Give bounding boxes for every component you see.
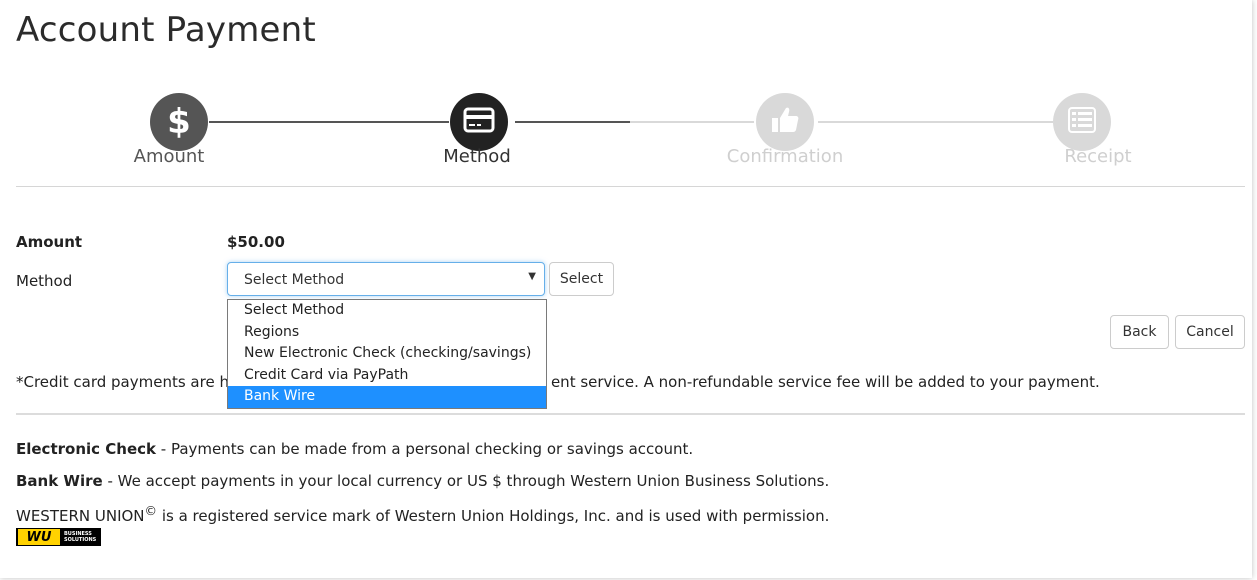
select-button[interactable]: Select [549, 262, 614, 296]
step-method-circle[interactable] [450, 93, 508, 151]
dollar-icon: $ [166, 100, 192, 144]
copyright-mark: © [144, 503, 158, 518]
method-label: Method [16, 272, 73, 290]
step-confirmation-circle [756, 93, 814, 151]
list-icon [1067, 106, 1097, 138]
western-union-logo: WU BUSINESS SOLUTIONS [16, 528, 101, 546]
method-option[interactable]: Credit Card via PayPath [228, 365, 546, 387]
cancel-button[interactable]: Cancel [1175, 315, 1245, 349]
method-option[interactable]: Regions [228, 322, 546, 344]
page-title: Account Payment [16, 10, 316, 50]
echeck-info: Electronic Check - Payments can be made … [16, 440, 693, 458]
method-option[interactable]: New Electronic Check (checking/savings) [228, 343, 546, 365]
credit-card-icon [463, 107, 495, 137]
stepper-connector [818, 121, 1053, 123]
credit-card-note-start: *Credit card payments are h [16, 373, 229, 391]
amount-label: Amount [16, 233, 83, 251]
echeck-text: - Payments can be made from a personal c… [156, 440, 694, 458]
divider [16, 413, 1245, 415]
step-confirmation-label: Confirmation [726, 146, 844, 167]
stepper-connector [630, 121, 754, 123]
wire-title: Bank Wire [16, 472, 103, 490]
stepper-connector [209, 121, 449, 123]
method-select-value: Select Method [244, 272, 345, 288]
divider [16, 186, 1245, 187]
step-receipt-circle [1053, 93, 1111, 151]
page-frame: Account Payment $ Amount Method Confirma… [0, 0, 1252, 578]
western-union-notice: WESTERN UNION© is a registered service m… [16, 503, 829, 525]
wire-info: Bank Wire - We accept payments in your l… [16, 472, 829, 490]
credit-card-note-end: ent service. A non-refundable service fe… [550, 373, 1100, 391]
wu-name: WESTERN UNION [16, 507, 145, 525]
method-option[interactable]: Select Method [228, 300, 546, 322]
step-amount-label: Amount [133, 146, 205, 167]
amount-value: $50.00 [227, 233, 285, 251]
credit-card-note: *Credit card payments are h ent service. … [16, 373, 1100, 391]
step-method-label: Method [443, 146, 511, 167]
wire-text: - We accept payments in your local curre… [102, 472, 830, 490]
thumbs-up-icon [769, 105, 801, 139]
step-receipt-label: Receipt [1064, 146, 1132, 167]
method-select[interactable]: Select Method ▼ [227, 262, 545, 296]
step-amount-circle[interactable]: $ [150, 93, 208, 151]
caret-down-icon: ▼ [528, 271, 536, 282]
method-option-highlighted[interactable]: Bank Wire [228, 386, 546, 408]
echeck-title: Electronic Check [16, 440, 156, 458]
back-button[interactable]: Back [1110, 315, 1169, 349]
stepper-connector [515, 121, 630, 123]
method-dropdown-list: Select Method Regions New Electronic Che… [227, 299, 547, 409]
wu-notice-text: is a registered service mark of Western … [157, 507, 830, 525]
svg-text:$: $ [167, 102, 191, 140]
